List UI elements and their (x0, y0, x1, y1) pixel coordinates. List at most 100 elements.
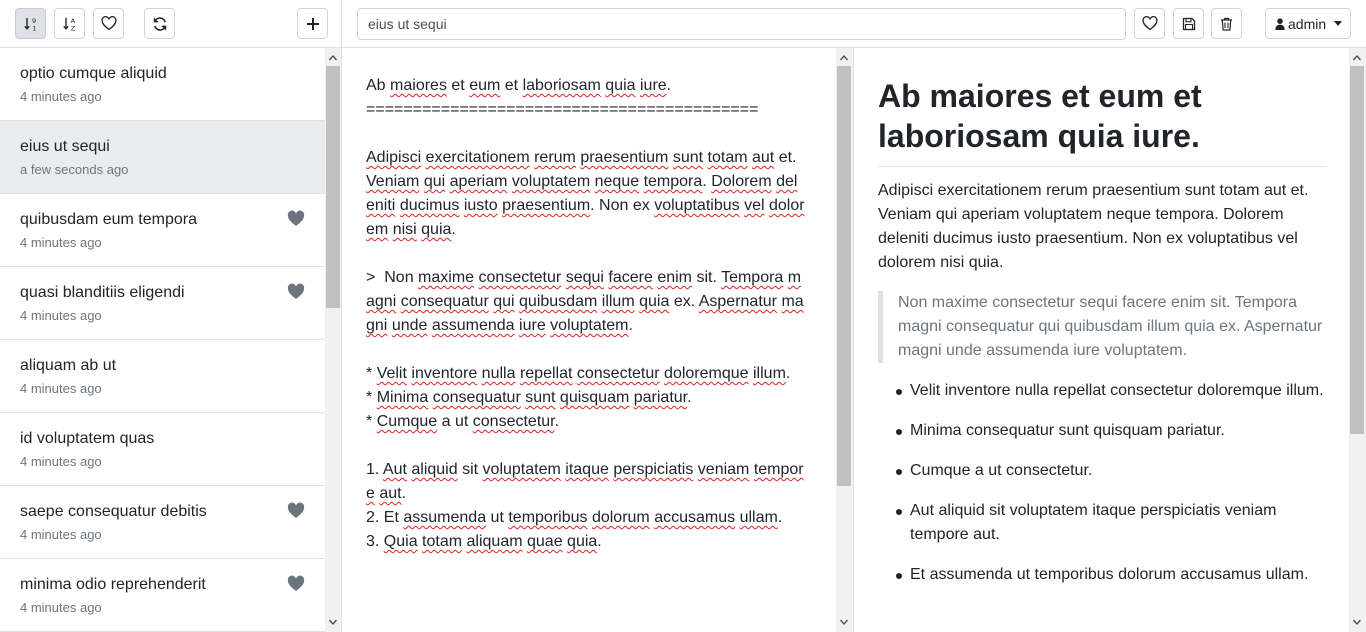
note-title: minima odio reprehenderit (20, 576, 206, 593)
editor-line: Ab maiores et eum et laboriosam quia iur… (366, 77, 672, 94)
note-timestamp: a few seconds ago (20, 162, 129, 177)
note-timestamp: 4 minutes ago (20, 454, 102, 469)
editor-line: * Minima consequatur sunt quisquam paria… (366, 389, 692, 406)
scroll-down-arrow-icon[interactable] (325, 614, 341, 630)
editor-scrollbar[interactable] (836, 48, 853, 632)
favorite-button[interactable] (1134, 8, 1165, 39)
note-list-item[interactable]: aliquam ab ut 4 minutes ago (0, 340, 325, 413)
note-list-item[interactable]: minima odio reprehenderit 4 minutes ago (0, 559, 325, 632)
sort-by-title-button[interactable]: A Z (54, 8, 85, 39)
editor-line: ========================================… (366, 101, 759, 118)
note-list-item[interactable]: optio cumque aliquid 4 minutes ago (0, 48, 325, 121)
note-list-item[interactable]: id voluptatem quas 4 minutes ago (0, 413, 325, 486)
note-list-item[interactable]: quibusdam eum tempora 4 minutes ago (0, 194, 325, 267)
editor-line: * Velit inventore nulla repellat consect… (366, 365, 791, 382)
note-title: id voluptatem quas (20, 430, 155, 447)
plus-icon (306, 17, 319, 30)
editor-line: > Non maxime consectetur sequi facere en… (366, 269, 804, 334)
note-timestamp: 4 minutes ago (20, 527, 102, 542)
preview-list-text: Et assumenda ut temporibus dolorum accus… (910, 566, 1309, 583)
bullet-icon (896, 389, 902, 395)
preview-scrollbar[interactable] (1349, 48, 1366, 632)
preview-list-item: Aut aliquid sit voluptatem itaque perspi… (878, 499, 1326, 547)
preview-blockquote: Non maxime consectetur sequi facere enim… (878, 291, 1326, 363)
note-timestamp: 4 minutes ago (20, 235, 102, 250)
note-title: aliquam ab ut (20, 357, 117, 374)
preview-list-item: Et assumenda ut temporibus dolorum accus… (878, 563, 1326, 587)
add-note-button[interactable] (297, 8, 328, 39)
heart-filled-icon[interactable] (287, 502, 305, 519)
user-menu-button[interactable]: admin (1265, 8, 1351, 39)
scroll-up-arrow-icon[interactable] (1349, 50, 1365, 66)
note-title: optio cumque aliquid (20, 65, 167, 82)
notes-app: 9 1 A Z optio cumque aliquid 4 minutes a… (0, 0, 1366, 632)
editor-line: 2. Et assumenda ut temporibus dolorum ac… (366, 509, 783, 526)
scrollbar-thumb[interactable] (1350, 66, 1364, 434)
note-list-item[interactable]: saepe consequatur debitis 4 minutes ago (0, 486, 325, 559)
markdown-preview: Ab maiores et eum et laboriosam quia iur… (855, 48, 1366, 632)
note-title: quasi blanditiis eligendi (20, 284, 185, 301)
scroll-down-arrow-icon[interactable] (836, 614, 852, 630)
save-button[interactable] (1173, 8, 1204, 39)
scroll-up-arrow-icon[interactable] (836, 50, 852, 66)
preview-list-item: Cumque a ut consectetur. (878, 459, 1326, 483)
favorites-filter-button[interactable] (93, 8, 124, 39)
preview-list-text: Cumque a ut consectetur. (910, 462, 1093, 479)
scrollbar-thumb[interactable] (326, 66, 340, 308)
note-list-item[interactable]: eius ut sequi a few seconds ago (0, 121, 325, 194)
heart-icon (1141, 16, 1158, 31)
bullet-icon (896, 573, 902, 579)
trash-icon (1221, 17, 1232, 31)
preview-paragraph: Adipisci exercitationem rerum praesentiu… (878, 182, 1309, 271)
note-timestamp: 4 minutes ago (20, 89, 102, 104)
preview-list-item: Velit inventore nulla repellat consectet… (878, 379, 1326, 403)
note-title: quibusdam eum tempora (20, 211, 197, 228)
refresh-icon (153, 16, 166, 31)
heart-filled-icon[interactable] (287, 283, 305, 300)
bullet-icon (896, 429, 902, 435)
scrollbar-thumb[interactable] (837, 66, 851, 486)
refresh-button[interactable] (144, 8, 175, 39)
note-timestamp: 4 minutes ago (20, 600, 102, 615)
sort-by-date-button[interactable]: 9 1 (15, 8, 46, 39)
scroll-up-arrow-icon[interactable] (325, 50, 341, 66)
chevron-down-icon (1334, 21, 1343, 26)
preview-list-text: Aut aliquid sit voluptatem itaque perspi… (910, 502, 1277, 543)
note-title: saepe consequatur debitis (20, 503, 207, 520)
editor-textarea[interactable]: Ab maiores et eum et laboriosam quia iur… (366, 74, 806, 554)
note-list-item[interactable]: quasi blanditiis eligendi 4 minutes ago (0, 267, 325, 340)
scroll-down-arrow-icon[interactable] (1349, 614, 1365, 630)
user-name: admin (1288, 15, 1327, 32)
editor-line: * Cumque a ut consectetur. (366, 413, 560, 430)
svg-text:Z: Z (70, 24, 75, 32)
heart-filled-icon[interactable] (287, 575, 305, 592)
save-icon (1182, 17, 1195, 30)
note-title-input[interactable] (357, 8, 1126, 40)
editor-line: 3. Quia totam aliquam quae quia. (366, 533, 602, 550)
note-title: eius ut sequi (20, 138, 110, 155)
sort-alpha-down-icon: A Z (62, 17, 75, 32)
bullet-icon (896, 469, 902, 475)
note-timestamp: 4 minutes ago (20, 381, 102, 396)
svg-text:1: 1 (32, 24, 36, 32)
list-toolbar: 9 1 A Z (0, 0, 341, 48)
heart-filled-icon[interactable] (287, 210, 305, 227)
sort-numeric-down-icon: 9 1 (23, 17, 36, 32)
note-header-bar: admin (342, 0, 1366, 48)
markdown-editor[interactable]: Ab maiores et eum et laboriosam quia iur… (342, 48, 854, 632)
delete-button[interactable] (1211, 8, 1242, 39)
note-list-scrollbar[interactable] (325, 48, 341, 632)
preview-list-item: Minima consequatur sunt quisquam pariatu… (878, 419, 1326, 443)
bullet-icon (896, 509, 902, 515)
note-timestamp: 4 minutes ago (20, 308, 102, 323)
preview-list: Velit inventore nulla repellat consectet… (878, 379, 1326, 603)
user-icon (1275, 17, 1285, 30)
preview-list-text: Velit inventore nulla repellat consectet… (910, 382, 1324, 399)
editor-line: 1. Aut aliquid sit voluptatem itaque per… (366, 461, 804, 502)
note-list-panel: 9 1 A Z optio cumque aliquid 4 minutes a… (0, 0, 342, 632)
preview-heading: Ab maiores et eum et laboriosam quia iur… (878, 76, 1326, 167)
